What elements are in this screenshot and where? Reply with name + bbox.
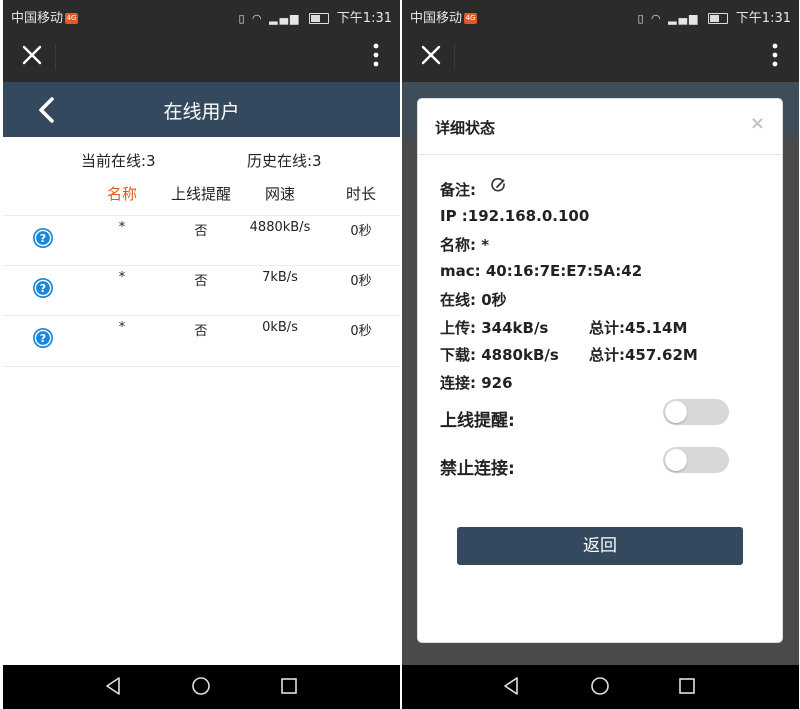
upload-speed: 上传: 344kB/s [440, 319, 549, 337]
system-nav-bar [3, 665, 400, 709]
row-speed: 7kB/s [262, 270, 298, 285]
dialog-header: 详细状态 × [418, 99, 782, 155]
table-row[interactable]: ? * 否 0kB/s 0秒 [3, 315, 400, 367]
battery-icon [707, 13, 728, 24]
nav-home-icon[interactable] [191, 676, 211, 696]
battery-icon [308, 13, 329, 24]
nav-recents-icon[interactable] [279, 676, 299, 696]
column-header-duration[interactable]: 时长 [336, 183, 386, 204]
svg-text:?: ? [40, 232, 46, 245]
notify-toggle[interactable] [663, 399, 729, 425]
upload-total: 总计:45.14M [589, 319, 688, 337]
mac-address: mac: 40:16:7E:E7:5A:42 [440, 262, 643, 280]
nav-recents-icon[interactable] [677, 676, 697, 696]
row-speed: 0kB/s [262, 320, 298, 335]
page-title: 在线用户 [163, 101, 240, 123]
close-icon[interactable] [416, 40, 446, 70]
download-total: 总计:457.62M [589, 346, 698, 364]
status-right: ▯ ◠ ▂▄▆ 下午1:31 [238, 7, 392, 26]
column-header-notify[interactable]: 上线提醒 [163, 183, 239, 204]
nav-back-icon[interactable] [104, 676, 124, 696]
history-online-count: 历史在线:3 [247, 152, 322, 170]
status-bar: 中国移动 4G ▯ ◠ ▂▄▆ 下午1:31 [3, 0, 400, 30]
webview-toolbar [402, 30, 799, 82]
dialog-close-button[interactable]: × [750, 113, 765, 134]
toolbar-divider [55, 44, 56, 70]
block-connection-toggle[interactable] [663, 447, 729, 473]
help-icon[interactable]: ? [32, 227, 54, 249]
table-row[interactable]: ? * 否 7kB/s 0秒 [3, 265, 400, 316]
row-duration: 0秒 [350, 274, 372, 289]
row-speed: 4880kB/s [249, 220, 311, 235]
row-name: * [118, 270, 126, 285]
carrier-label: 中国移动 4G [11, 11, 79, 26]
online-users-screen: 中国移动 4G ▯ ◠ ▂▄▆ 下午1:31 在线用户 当前在线:3 历史在线:3… [3, 0, 400, 709]
row-notify: 否 [194, 274, 208, 289]
webview-toolbar [3, 30, 400, 82]
svg-text:?: ? [40, 282, 46, 295]
nav-home-icon[interactable] [590, 676, 610, 696]
column-header-speed[interactable]: 网速 [255, 183, 305, 204]
block-toggle-label: 禁止连接: [440, 459, 515, 479]
signal-wifi-icons: ▯ ◠ ▂▄▆ [637, 12, 700, 25]
row-name: * [118, 320, 126, 335]
detail-status-screen: 中国移动 4G ▯ ◠ ▂▄▆ 下午1:31 详细状态 × 备注: IP :192… [402, 0, 799, 709]
online-duration: 在线: 0秒 [440, 291, 507, 309]
device-name: 名称: * [440, 236, 490, 254]
sim-icon: 4G [65, 13, 79, 24]
clock: 下午1:31 [735, 11, 791, 26]
status-bar: 中国移动 4G ▯ ◠ ▂▄▆ 下午1:31 [402, 0, 799, 30]
remark-label: 备注: [440, 181, 476, 199]
table-row[interactable]: ? * 否 4880kB/s 0秒 [3, 215, 400, 266]
nav-back-icon[interactable] [502, 676, 522, 696]
signal-wifi-icons: ▯ ◠ ▂▄▆ [238, 12, 301, 25]
ip-address: IP :192.168.0.100 [440, 207, 590, 225]
svg-text:?: ? [40, 332, 46, 345]
detail-status-dialog: 详细状态 × 备注: IP :192.168.0.100 名称: * mac: … [417, 98, 783, 643]
row-duration: 0秒 [350, 324, 372, 339]
status-right: ▯ ◠ ▂▄▆ 下午1:31 [637, 7, 791, 26]
notify-toggle-label: 上线提醒: [440, 411, 515, 431]
more-menu-icon[interactable] [765, 40, 785, 70]
dialog-title: 详细状态 [435, 119, 496, 137]
row-notify: 否 [194, 324, 208, 339]
connection-count: 连接: 926 [440, 374, 513, 392]
clock: 下午1:31 [336, 11, 392, 26]
system-nav-bar [402, 665, 799, 709]
row-name: * [118, 220, 126, 235]
row-notify: 否 [194, 224, 208, 239]
close-icon[interactable] [17, 40, 47, 70]
toggle-knob [665, 449, 687, 471]
download-speed: 下载: 4880kB/s [440, 346, 559, 364]
sim-icon: 4G [464, 13, 478, 24]
row-duration: 0秒 [350, 224, 372, 239]
return-button[interactable]: 返回 [457, 527, 743, 565]
edit-icon[interactable] [491, 178, 506, 193]
column-header-name[interactable]: 名称 [97, 183, 147, 204]
toolbar-divider [454, 44, 455, 70]
help-icon[interactable]: ? [32, 277, 54, 299]
current-online-count: 当前在线:3 [81, 152, 156, 170]
more-menu-icon[interactable] [366, 40, 386, 70]
toggle-knob [665, 401, 687, 423]
carrier-label: 中国移动 4G [410, 11, 478, 26]
help-icon[interactable]: ? [32, 327, 54, 349]
page-header: 在线用户 [3, 82, 400, 137]
